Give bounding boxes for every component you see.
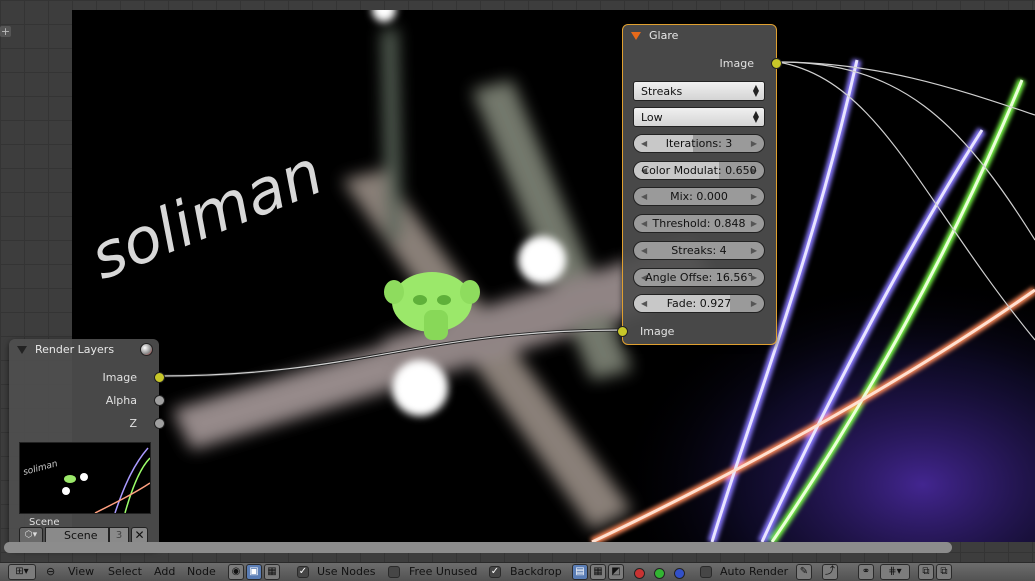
glare-output-label: Image [719,57,754,70]
backdrop-label: Backdrop [510,565,562,578]
use-nodes-label: Use Nodes [317,565,376,578]
output-label-z: Z [129,417,137,430]
menu-select[interactable]: Select [108,565,142,579]
backdrop-image: soliman [72,10,1035,542]
render-layers-header[interactable]: Render Layers [9,339,159,361]
backdrop-checkbox[interactable]: ✓ [489,566,501,578]
decrement-arrow-icon[interactable]: ◀ [641,215,647,232]
thumbnail-text: soliman [22,459,59,478]
render-layers-title: Render Layers [35,343,115,356]
slider-label: Fade: 0.927 [666,297,732,311]
output-label-image: Image [102,371,137,384]
render-preview-thumbnail: soliman [19,442,151,514]
glare-field-slider[interactable]: ◀ ▶ Streaks: 4 [633,240,765,260]
decrement-arrow-icon[interactable]: ◀ [641,135,647,152]
decrement-arrow-icon[interactable]: ◀ [641,188,647,205]
glare-field-slider[interactable]: ◀ ▶ Mix: 0.000 [633,187,765,207]
glare-field-slider[interactable]: ◀ ▶ Iterations: 3 [633,134,765,153]
glare-node[interactable]: Glare Image Streaks ▲ ▼ Low ▲ ▼ ◀ ▶ Iteratio… [617,24,782,345]
parent-node-icon[interactable]: ⤴ [822,564,838,580]
glare-field-slider[interactable]: ◀ ▶ Fade: 0.927 [633,294,765,314]
quality-select[interactable]: Low ▲ ▼ [633,107,765,127]
collapse-triangle-icon[interactable] [631,32,641,40]
glare-field-slider[interactable]: ◀ ▶ Threshold: 0.848 [633,214,765,234]
render-layers-node[interactable]: Render Layers Image Alpha Z soliman Scen… [9,339,165,549]
paste-nodes-icon[interactable]: ⧉ [936,564,952,580]
slider-label: Color Modulat: 0.650 [641,163,757,177]
shader-nodes-icon[interactable]: ◉ [228,564,244,580]
output-socket-z[interactable] [154,418,165,429]
snap-icon[interactable]: ⋕▾ [880,564,910,580]
output-socket-image[interactable] [154,372,165,383]
backdrop-alpha-icon[interactable]: ◩ [608,564,624,580]
menu-view[interactable]: View [68,565,94,579]
slider-label: Angle Offse: 16.56° [645,270,753,284]
plus-icon[interactable]: + [0,26,11,37]
node-editor[interactable]: soliman + Glare Image Streaks ▲ ▼ Low ▲ ▼ … [0,0,1035,562]
menu-node[interactable]: Node [187,565,216,579]
blue-channel-icon[interactable] [674,568,685,579]
backdrop-rgb-icon[interactable]: ▤ [572,564,588,580]
updown-arrows-icon: ▲ ▼ [752,109,759,124]
collapse-menu-icon[interactable]: ⊖ [46,565,55,579]
increment-arrow-icon[interactable]: ▶ [751,242,757,259]
output-socket-alpha[interactable] [154,395,165,406]
link-icon[interactable]: ⚭ [858,564,874,580]
glare-node-title: Glare [649,29,679,42]
green-channel-icon[interactable] [654,568,665,579]
output-label-alpha: Alpha [105,394,137,407]
node-editor-header: ⊞▾ ⊖ View Select Add Node ◉ ▣ ▦ ✓ Use No… [0,562,1035,581]
auto-render-checkbox[interactable] [700,566,712,578]
decrement-arrow-icon[interactable]: ◀ [641,242,647,259]
decrement-arrow-icon[interactable]: ◀ [641,295,647,312]
use-nodes-checkbox[interactable]: ✓ [297,566,309,578]
slider-label: Iterations: 3 [665,137,733,150]
editor-type-icon[interactable]: ⊞▾ [8,564,36,580]
increment-arrow-icon[interactable]: ▶ [751,188,757,205]
render-sphere-icon[interactable] [140,343,153,356]
menu-add[interactable]: Add [154,565,175,579]
glare-input-label: Image [640,325,675,338]
compositing-nodes-icon[interactable]: ▣ [246,564,262,580]
glare-input-socket[interactable] [617,326,628,337]
texture-nodes-icon[interactable]: ▦ [264,564,280,580]
slider-label: Mix: 0.000 [670,190,728,204]
glare-output-socket[interactable] [771,58,782,69]
free-unused-label: Free Unused [409,565,478,578]
pin-icon[interactable]: ✎ [796,564,812,580]
collapse-triangle-icon[interactable] [17,346,27,354]
glare-field-slider[interactable]: ◀ ▶ Angle Offse: 16.56° [633,267,765,287]
slider-label: Streaks: 4 [671,243,727,257]
glare-field-slider[interactable]: ◀ ▶ Color Modulat: 0.650 [633,160,765,180]
red-channel-icon[interactable] [634,568,645,579]
backdrop-rgba-icon[interactable]: ▦ [590,564,606,580]
auto-render-label: Auto Render [720,565,789,578]
glare-type-select[interactable]: Streaks ▲ ▼ [633,81,765,101]
increment-arrow-icon[interactable]: ▶ [751,295,757,312]
slider-label: Threshold: 0.848 [652,217,746,231]
increment-arrow-icon[interactable]: ▶ [751,135,757,152]
increment-arrow-icon[interactable]: ▶ [751,215,757,232]
glare-node-header[interactable]: Glare [623,25,776,47]
copy-nodes-icon[interactable]: ⧉ [918,564,934,580]
updown-arrows-icon: ▲ ▼ [752,83,759,98]
horizontal-scrollbar[interactable] [4,542,952,553]
free-unused-checkbox[interactable] [388,566,400,578]
